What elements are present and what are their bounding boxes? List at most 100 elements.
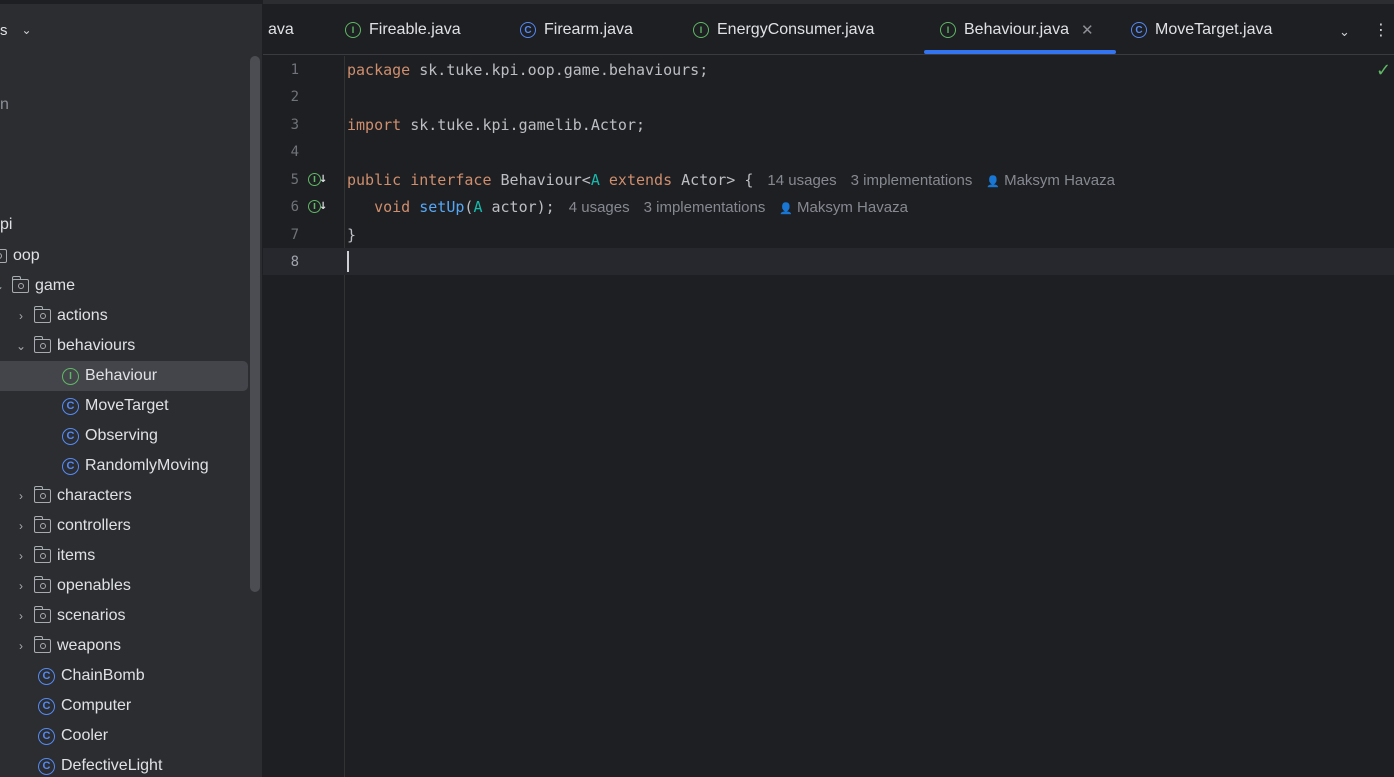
tree-fragment: n — [0, 96, 9, 113]
top-edge — [0, 0, 262, 4]
tab-label: Fireable.java — [369, 21, 461, 38]
tab-label: Firearm.java — [544, 21, 633, 38]
usages-hint[interactable]: 4 usages — [569, 199, 630, 216]
text-caret — [347, 251, 349, 272]
implemented-gutter-icon[interactable]: I ↓ — [308, 172, 327, 186]
chevron-right-icon[interactable]: › — [14, 639, 28, 653]
chevron-down-icon[interactable]: ⌄ — [0, 279, 6, 293]
implementations-hint[interactable]: 3 implementations — [851, 172, 973, 189]
type-parameter: A — [590, 171, 600, 189]
project-tree-panel: s ⌄ n pi oop ⌄ game › actions ⌄ behaviou… — [0, 0, 263, 777]
tree-item-label: weapons — [57, 637, 122, 654]
line-number: 5 — [290, 172, 299, 188]
tab-behaviour[interactable]: I Behaviour.java ✕ — [940, 16, 1094, 44]
package-icon — [33, 606, 51, 623]
interface-icon: I — [62, 367, 79, 385]
editor-gutter — [263, 56, 345, 777]
line-number: 6 — [290, 199, 299, 215]
implementations-hint[interactable]: 3 implementations — [644, 199, 766, 216]
tree-item-behaviour[interactable]: I Behaviour — [0, 361, 248, 391]
tree-item-chainbomb[interactable]: C ChainBomb — [38, 661, 262, 691]
keyword: import — [347, 116, 402, 134]
package-icon — [33, 576, 51, 593]
author-hint[interactable]: 👤 Maksym Havaza — [986, 172, 1115, 189]
implemented-gutter-icon[interactable]: I ↓ — [308, 199, 327, 213]
tree-item-items[interactable]: › items — [14, 541, 262, 571]
chevron-down-icon: ⌄ — [21, 23, 32, 37]
package-icon — [33, 486, 51, 503]
tree-item-observing[interactable]: C Observing — [62, 421, 262, 451]
chevron-right-icon[interactable]: › — [14, 519, 28, 533]
class-icon: C — [1131, 22, 1147, 38]
author-name: Maksym Havaza — [1004, 172, 1115, 189]
tree-item-game[interactable]: ⌄ game — [0, 271, 240, 301]
tree-item-randomlymoving[interactable]: C RandomlyMoving — [62, 451, 262, 481]
chevron-right-icon[interactable]: › — [14, 309, 28, 323]
tree-item-label: items — [57, 547, 96, 564]
author-hint[interactable]: 👤 Maksym Havaza — [779, 199, 908, 216]
project-view-label: s — [0, 21, 8, 39]
chevron-right-icon[interactable]: › — [14, 489, 28, 503]
tree-item-movetarget[interactable]: C MoveTarget — [62, 391, 262, 421]
tab-label: EnergyConsumer.java — [717, 21, 875, 38]
tree-item-defectivelight[interactable]: C DefectiveLight — [38, 751, 262, 777]
interface-icon: I — [940, 22, 956, 38]
tree-item-label: RandomlyMoving — [85, 457, 209, 474]
tree-scrollbar[interactable] — [250, 56, 260, 592]
chevron-right-icon[interactable]: › — [14, 579, 28, 593]
more-options-icon[interactable]: ⋮ — [1373, 20, 1389, 40]
package-icon — [11, 276, 29, 293]
tab-label: ava — [268, 21, 294, 38]
tab-fireable[interactable]: I Fireable.java — [345, 16, 461, 44]
tree-item-weapons[interactable]: › weapons — [14, 631, 262, 661]
chevron-right-icon[interactable]: › — [14, 549, 28, 563]
active-tab-indicator — [924, 50, 1116, 54]
checkmark-icon[interactable]: ✓ — [1376, 60, 1391, 81]
line-number: 1 — [290, 62, 299, 78]
tree-item-behaviours[interactable]: ⌄ behaviours — [14, 331, 262, 361]
usages-hint[interactable]: 14 usages — [767, 172, 836, 189]
tree-item-label: openables — [57, 577, 131, 594]
close-icon[interactable]: ✕ — [1081, 21, 1094, 39]
tab-label: MoveTarget.java — [1155, 21, 1273, 38]
chevron-right-icon[interactable]: › — [14, 609, 28, 623]
code-text: sk.tuke.kpi.oop.game.behaviours; — [410, 61, 709, 79]
tree-item-controllers[interactable]: › controllers — [14, 511, 262, 541]
tab-firearm[interactable]: C Firearm.java — [520, 16, 633, 44]
tree-item-computer[interactable]: C Computer — [38, 691, 262, 721]
line-number: 3 — [290, 117, 299, 133]
tab-energyconsumer[interactable]: I EnergyConsumer.java — [693, 16, 874, 44]
tab-partial[interactable]: ava — [268, 16, 294, 44]
chevron-down-icon[interactable]: ⌄ — [1339, 24, 1350, 40]
tab-movetarget[interactable]: C MoveTarget.java — [1131, 16, 1272, 44]
class-icon: C — [38, 697, 55, 715]
tree-item-characters[interactable]: › characters — [14, 481, 262, 511]
code-text: sk.tuke.kpi.gamelib.Actor; — [401, 116, 646, 134]
package-icon — [33, 516, 51, 533]
tree-item-label: actions — [57, 307, 108, 324]
line-number: 8 — [290, 254, 299, 270]
package-icon — [33, 636, 51, 653]
person-icon: 👤 — [986, 176, 1001, 188]
interface-icon: I — [693, 22, 709, 38]
class-icon: C — [38, 667, 55, 685]
tree-item-openables[interactable]: › openables — [14, 571, 262, 601]
tree-item-label: behaviours — [57, 337, 136, 354]
class-icon: C — [62, 397, 79, 415]
tree-item-cooler[interactable]: C Cooler — [38, 721, 262, 751]
project-view-selector[interactable]: s ⌄ — [0, 18, 32, 42]
code-text: Behaviour< — [491, 171, 591, 189]
method-name: setUp — [419, 198, 465, 216]
tree-item-label: Observing — [85, 427, 158, 444]
tree-item-actions[interactable]: › actions — [14, 301, 262, 331]
tree-item-label: controllers — [57, 517, 131, 534]
tree-item-scenarios[interactable]: › scenarios — [14, 601, 262, 631]
interface-icon: I — [345, 22, 361, 38]
tree-item-label: scenarios — [57, 607, 126, 624]
chevron-down-icon[interactable]: ⌄ — [14, 339, 28, 353]
code-editor[interactable] — [346, 56, 1394, 777]
code-line-5: public interface Behaviour<A extends Act… — [347, 171, 1115, 189]
code-text: actor); — [482, 198, 555, 216]
line-number: 4 — [290, 144, 299, 160]
tree-item-oop[interactable]: oop — [0, 241, 238, 271]
